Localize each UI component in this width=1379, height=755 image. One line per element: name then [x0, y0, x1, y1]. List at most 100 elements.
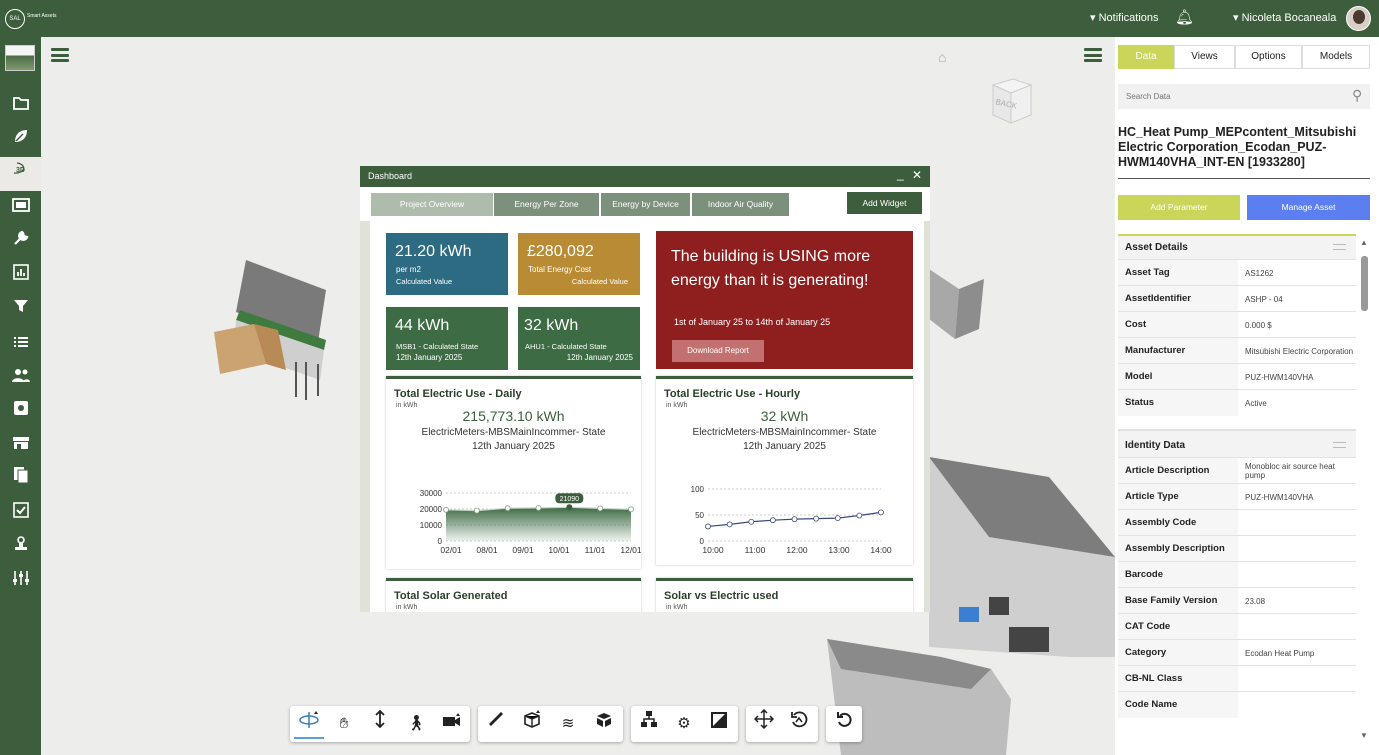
viewcube[interactable]: BACK [989, 75, 1033, 125]
property-value[interactable] [1245, 536, 1356, 562]
property-row[interactable]: AssetIdentifier ASHP - 04 [1118, 285, 1356, 312]
property-value[interactable]: Monobloc air source heat pump [1245, 458, 1356, 484]
property-row[interactable]: Category Ecodan Heat Pump [1118, 639, 1356, 666]
property-value[interactable]: PUZ-HWM140VHA [1245, 364, 1356, 390]
scrollbar-thumb[interactable] [1361, 256, 1368, 311]
zoom-arrows-icon[interactable] [365, 709, 395, 739]
settings-icon[interactable]: ⚙ [669, 709, 699, 739]
scroll-up-icon[interactable]: ▲ [1360, 238, 1368, 247]
property-value[interactable] [1245, 562, 1356, 588]
3d-icon[interactable]: 3D [0, 157, 41, 191]
property-value[interactable] [1245, 666, 1356, 692]
bell-icon[interactable]: 🔔︎ [1175, 8, 1194, 26]
property-value[interactable] [1245, 692, 1356, 718]
reset-view-icon[interactable] [784, 709, 814, 739]
property-value[interactable]: ASHP - 04 [1245, 286, 1356, 312]
property-value[interactable]: 0.000 $ [1245, 312, 1356, 338]
tab-options[interactable]: Options [1235, 45, 1302, 69]
property-row[interactable]: Base Family Version 23.08 [1118, 587, 1356, 614]
tab-indoor-air-quality[interactable]: Indoor Air Quality [692, 193, 789, 216]
sliders-icon[interactable] [0, 565, 41, 599]
property-row[interactable]: Manufacturer Mitsubishi Electric Corporat… [1118, 337, 1356, 364]
model-cube-icon[interactable] [589, 709, 619, 739]
kpi-msb1[interactable]: 44 kWh MSB1 - Calculated State 12th Janu… [386, 307, 508, 370]
property-value[interactable]: Mitsubishi Electric Corporation [1245, 338, 1356, 364]
kpi-ahu1[interactable]: 32 kWh AHU1 - Calculated State 12th Janu… [518, 307, 640, 370]
tree-icon[interactable] [634, 709, 664, 739]
list-icon[interactable] [0, 327, 41, 361]
panel-menu-icon[interactable] [1084, 48, 1102, 62]
folder-icon[interactable] [0, 89, 41, 123]
avatar[interactable] [1346, 6, 1371, 31]
manage-asset-button[interactable]: Manage Asset [1247, 195, 1370, 220]
add-parameter-button[interactable]: Add Parameter [1118, 195, 1240, 220]
property-row[interactable]: Cost 0.000 $ [1118, 311, 1356, 338]
property-row[interactable]: Assembly Code [1118, 509, 1356, 536]
property-row[interactable]: Barcode [1118, 561, 1356, 588]
tab-energy-per-zone[interactable]: Energy Per Zone [494, 193, 599, 216]
hourly-line-chart[interactable]: 05010010:00 11:00 12:00 13:00 14:00 [656, 459, 913, 565]
property-value[interactable]: 23.08 [1245, 588, 1356, 614]
kpi-energy-per-m2[interactable]: 21.20 kWh per m2 Calculated Value [386, 233, 508, 295]
scroll-down-icon[interactable]: ▼ [1360, 731, 1368, 740]
property-value[interactable]: Active [1245, 390, 1356, 416]
gear-icon[interactable] [0, 395, 41, 429]
home-icon[interactable]: ⌂ [938, 49, 946, 65]
checklist-icon[interactable] [0, 497, 41, 531]
camera-icon[interactable] [437, 709, 467, 739]
property-value[interactable] [1245, 614, 1356, 640]
pan-hand-icon[interactable]: ✋︎ [329, 709, 359, 739]
drag-handle-icon[interactable] [1333, 244, 1346, 250]
move-icon[interactable] [749, 708, 779, 739]
panel-scrollbar[interactable]: ▲ ▼ [1359, 238, 1369, 743]
properties-icon[interactable] [704, 709, 734, 739]
window-icon[interactable] [0, 191, 41, 225]
property-row[interactable]: CB-NL Class [1118, 665, 1356, 692]
section-header[interactable]: Identity Data [1118, 434, 1356, 457]
wrench-icon[interactable] [0, 225, 41, 259]
property-row[interactable]: Assembly Description [1118, 535, 1356, 562]
property-value[interactable]: Ecodan Heat Pump [1245, 640, 1356, 666]
tab-energy-by-device[interactable]: Energy by Device [601, 193, 690, 216]
search-icon[interactable]: ⚲ [1352, 87, 1362, 104]
property-row[interactable]: Article Type PUZ-HWM140VHA [1118, 483, 1356, 510]
stamp-icon[interactable] [0, 531, 41, 565]
property-row[interactable]: Model PUZ-HWM140VHA [1118, 363, 1356, 390]
company-logo-icon[interactable]: SAL [5, 9, 25, 29]
property-row[interactable]: Status Active [1118, 389, 1356, 416]
project-thumbnail[interactable] [5, 45, 35, 71]
minimize-icon[interactable]: _ [897, 167, 904, 181]
section-header[interactable]: Asset Details [1118, 236, 1356, 259]
notifications-dropdown[interactable]: ▾ Notifications [1090, 11, 1159, 24]
property-value[interactable]: PUZ-HWM140VHA [1245, 484, 1356, 510]
walk-icon[interactable]: 🚶︎ [401, 709, 431, 739]
kpi-total-energy-cost[interactable]: £280,092 Total Energy Cost Calculated Va… [518, 233, 640, 295]
filter-icon[interactable] [0, 293, 41, 327]
orbit-icon[interactable] [294, 709, 324, 739]
property-row[interactable]: CAT Code [1118, 613, 1356, 640]
property-value[interactable]: AS1262 [1245, 260, 1356, 286]
users-icon[interactable] [0, 361, 41, 395]
close-icon[interactable]: ✕ [912, 168, 922, 182]
user-menu-dropdown[interactable]: ▾ Nicoleta Bocaneala [1233, 11, 1336, 24]
property-row[interactable]: Code Name [1118, 691, 1356, 718]
add-widget-button[interactable]: Add Widget [847, 192, 922, 214]
chart-icon[interactable] [0, 259, 41, 293]
property-value[interactable] [1245, 510, 1356, 536]
explode-icon[interactable]: ≋ [553, 709, 583, 739]
property-row[interactable]: Article Description Monobloc air source h… [1118, 457, 1356, 484]
tab-data[interactable]: Data [1118, 45, 1174, 69]
tab-models[interactable]: Models [1302, 45, 1370, 69]
measure-ruler-icon[interactable] [481, 709, 511, 739]
property-row[interactable]: Asset Tag AS1262 [1118, 259, 1356, 286]
store-icon[interactable] [0, 429, 41, 463]
document-icon[interactable] [0, 463, 41, 497]
leaf-icon[interactable] [0, 123, 41, 157]
menu-icon[interactable] [51, 48, 69, 62]
search-input[interactable] [1118, 84, 1338, 109]
section-box-icon[interactable] [517, 709, 547, 739]
tab-views[interactable]: Views [1174, 45, 1235, 69]
tab-project-overview[interactable]: Project Overview [371, 193, 493, 216]
download-report-button[interactable]: Download Report [672, 340, 764, 362]
drag-handle-icon[interactable] [1333, 442, 1346, 448]
